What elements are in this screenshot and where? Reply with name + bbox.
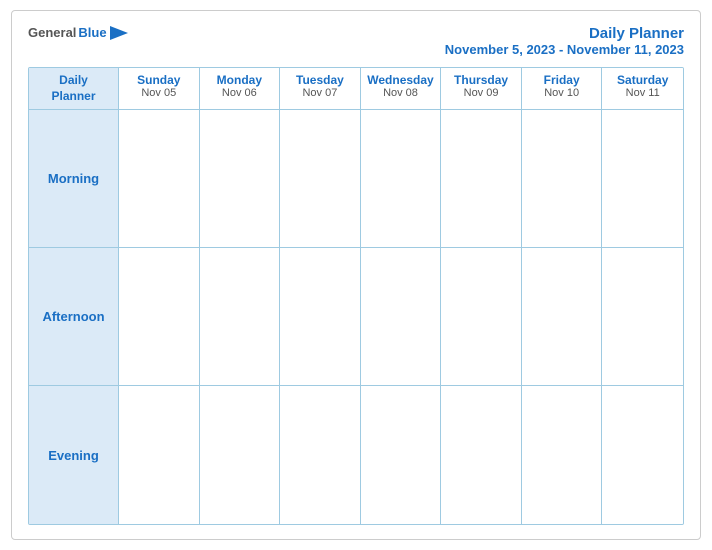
afternoon-sunday[interactable]	[119, 248, 200, 386]
header-first-cell: Daily Planner	[29, 68, 119, 110]
morning-sunday[interactable]	[119, 110, 200, 248]
evening-label-cell: Evening	[29, 386, 119, 524]
header-friday: Friday Nov 10	[522, 68, 603, 110]
afternoon-row: Afternoon	[29, 248, 683, 386]
logo-general: General	[28, 25, 76, 40]
afternoon-tuesday[interactable]	[280, 248, 361, 386]
logo-area: General Blue	[28, 25, 128, 40]
afternoon-thursday[interactable]	[441, 248, 522, 386]
wednesday-name: Wednesday	[365, 73, 437, 87]
morning-row: Morning	[29, 110, 683, 248]
first-header-label: Daily Planner	[33, 73, 114, 104]
header-monday: Monday Nov 06	[200, 68, 281, 110]
afternoon-label-cell: Afternoon	[29, 248, 119, 386]
evening-sunday[interactable]	[119, 386, 200, 524]
calendar-header: Daily Planner Sunday Nov 05 Monday Nov 0…	[29, 68, 683, 110]
morning-thursday[interactable]	[441, 110, 522, 248]
afternoon-friday[interactable]	[522, 248, 603, 386]
title-area: Daily Planner November 5, 2023 - Novembe…	[445, 25, 684, 57]
evening-row: Evening	[29, 386, 683, 524]
monday-date: Nov 06	[204, 87, 276, 99]
logo-text: General Blue	[28, 25, 128, 40]
evening-label: Evening	[48, 448, 99, 463]
monday-name: Monday	[204, 73, 276, 87]
morning-tuesday[interactable]	[280, 110, 361, 248]
logo-icon	[110, 26, 128, 40]
calendar: Daily Planner Sunday Nov 05 Monday Nov 0…	[28, 67, 684, 525]
header-saturday: Saturday Nov 11	[602, 68, 683, 110]
sunday-date: Nov 05	[123, 87, 195, 99]
header-tuesday: Tuesday Nov 07	[280, 68, 361, 110]
morning-label-cell: Morning	[29, 110, 119, 248]
thursday-date: Nov 09	[445, 87, 517, 99]
afternoon-saturday[interactable]	[602, 248, 683, 386]
friday-date: Nov 10	[526, 87, 598, 99]
header-thursday: Thursday Nov 09	[441, 68, 522, 110]
evening-tuesday[interactable]	[280, 386, 361, 524]
wednesday-date: Nov 08	[365, 87, 437, 99]
calendar-body: Morning Afternoon	[29, 110, 683, 524]
afternoon-monday[interactable]	[200, 248, 281, 386]
afternoon-wednesday[interactable]	[361, 248, 442, 386]
header: General Blue Daily Planner November 5, 2…	[28, 25, 684, 57]
evening-friday[interactable]	[522, 386, 603, 524]
logo-blue: Blue	[78, 25, 106, 40]
title-date: November 5, 2023 - November 11, 2023	[445, 42, 684, 57]
morning-wednesday[interactable]	[361, 110, 442, 248]
morning-label: Morning	[48, 171, 99, 186]
morning-friday[interactable]	[522, 110, 603, 248]
friday-name: Friday	[526, 73, 598, 87]
saturday-date: Nov 11	[606, 87, 679, 99]
morning-saturday[interactable]	[602, 110, 683, 248]
evening-thursday[interactable]	[441, 386, 522, 524]
evening-wednesday[interactable]	[361, 386, 442, 524]
planner-page: General Blue Daily Planner November 5, 2…	[11, 10, 701, 540]
tuesday-date: Nov 07	[284, 87, 356, 99]
header-wednesday: Wednesday Nov 08	[361, 68, 442, 110]
thursday-name: Thursday	[445, 73, 517, 87]
morning-monday[interactable]	[200, 110, 281, 248]
evening-monday[interactable]	[200, 386, 281, 524]
sunday-name: Sunday	[123, 73, 195, 87]
header-sunday: Sunday Nov 05	[119, 68, 200, 110]
afternoon-label: Afternoon	[42, 309, 104, 324]
evening-saturday[interactable]	[602, 386, 683, 524]
title-main: Daily Planner	[445, 25, 684, 42]
saturday-name: Saturday	[606, 73, 679, 87]
tuesday-name: Tuesday	[284, 73, 356, 87]
